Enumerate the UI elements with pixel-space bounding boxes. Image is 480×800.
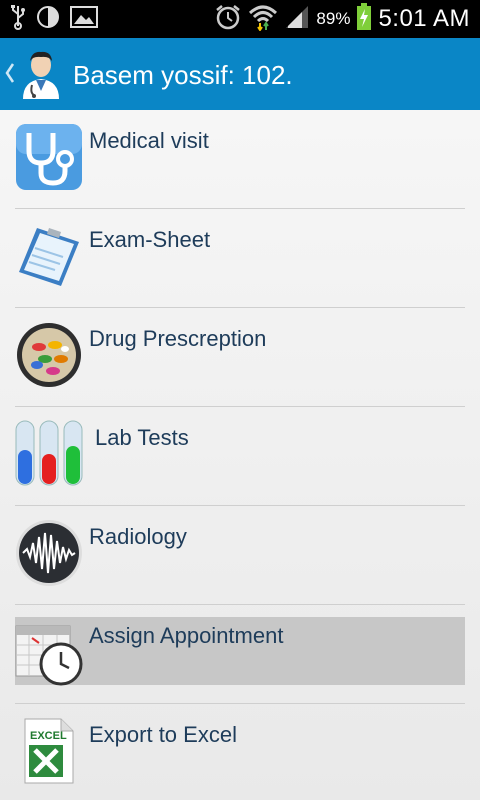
list-item-label: Drug Prescreption [89,326,267,351]
clipboard-icon [15,222,83,290]
list-item-drug-prescription[interactable]: Drug Prescreption [15,308,465,407]
list-item-lab-tests[interactable]: Lab Tests [15,407,465,506]
action-bar: Basem yossif: 102. [0,38,480,110]
test-tubes-icon [15,420,83,488]
svg-text:EXCEL: EXCEL [30,730,67,742]
signal-icon [284,4,310,35]
doctor-avatar-icon[interactable] [18,47,64,101]
list-item-exam-sheet[interactable]: Exam-Sheet [15,209,465,308]
stethoscope-icon [15,123,83,191]
excel-icon: EXCEL [15,717,83,785]
waveform-icon [15,519,83,587]
list-item-label: Lab Tests [95,425,189,450]
list-item-export-to-excel[interactable]: EXCEL Export to Excel [15,704,465,800]
battery-charging-icon [356,2,372,36]
status-bar: 89% 5:01 AM [0,0,480,38]
list-item-label: Export to Excel [89,722,237,747]
alarm-icon [214,3,242,36]
battery-percent: 89% [316,9,351,28]
list-item-label: Exam-Sheet [89,227,211,252]
usb-icon [10,4,26,35]
back-chevron-icon[interactable] [4,60,16,86]
list-item-label: Radiology [89,524,187,549]
half-moon-icon [36,5,60,34]
list-item-medical-visit[interactable]: Medical visit [15,110,465,209]
pills-icon [15,321,83,389]
list-item-radiology[interactable]: Radiology [15,506,465,605]
calendar-clock-icon [15,618,83,686]
page-title: Basem yossif: 102. [73,60,293,90]
clock: 5:01 AM [378,5,470,32]
list-item-label: Medical visit [89,128,209,153]
list-item-assign-appointment[interactable]: Assign Appointment [15,605,465,704]
wifi-icon [248,3,278,36]
list-item-label: Assign Appointment [89,623,284,648]
image-icon [70,5,98,33]
menu-list: Medical visit Exam-Sheet Drug Prescrepti… [0,110,480,800]
